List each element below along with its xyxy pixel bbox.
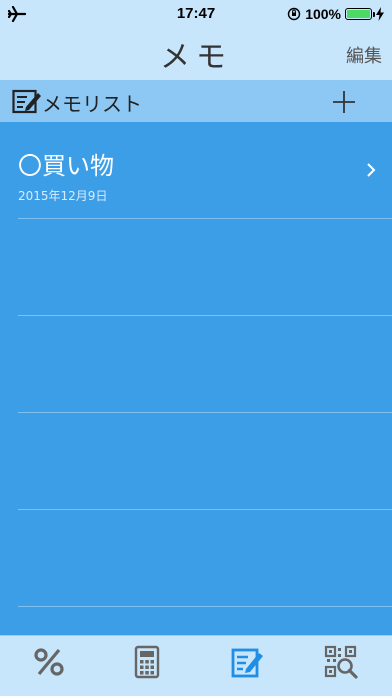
memo-row[interactable]	[18, 413, 392, 510]
memo-row[interactable]	[18, 219, 392, 316]
edit-button[interactable]: 編集	[346, 42, 382, 68]
navigation-bar: メモ 編集	[0, 28, 392, 80]
memo-row[interactable]	[18, 510, 392, 607]
chevron-right-icon	[367, 163, 376, 177]
tab-percent[interactable]	[32, 645, 66, 679]
memo-date: 2015年12月9日	[18, 189, 108, 203]
percent-icon	[34, 648, 64, 676]
memo-icon	[12, 89, 41, 114]
memo-row[interactable]: 〇買い物 2015年12月9日	[18, 122, 392, 219]
memo-title: 〇買い物	[18, 152, 114, 180]
page-title: メモ	[160, 40, 232, 75]
qr-search-icon	[324, 645, 358, 679]
memo-list-header: メモリスト	[0, 80, 392, 122]
memo-row[interactable]	[18, 316, 392, 413]
tab-bar	[0, 635, 392, 696]
calculator-icon	[134, 645, 160, 679]
battery-percentage: 100%	[305, 6, 341, 22]
memo-icon	[231, 648, 263, 678]
tab-memo[interactable]	[230, 645, 264, 679]
battery-icon	[345, 8, 375, 20]
tab-qr-search[interactable]	[324, 645, 358, 679]
charging-icon	[376, 7, 384, 21]
memo-list: 〇買い物 2015年12月9日	[0, 122, 392, 635]
orientation-lock-icon	[287, 7, 301, 21]
add-memo-button[interactable]	[332, 90, 356, 114]
status-bar: 17:47 100%	[0, 0, 392, 28]
memo-list-title: メモリスト	[42, 92, 142, 116]
tab-calculator[interactable]	[130, 645, 164, 679]
